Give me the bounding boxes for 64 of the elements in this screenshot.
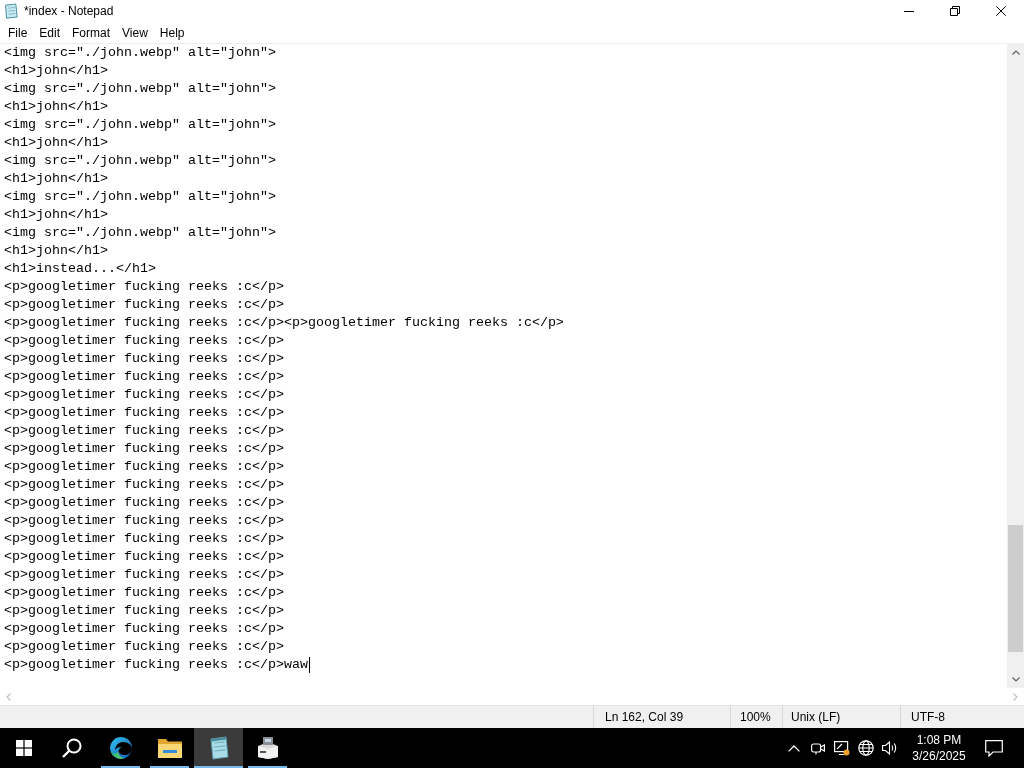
code-line: <p>googletimer fucking reeks :c</p> (4, 440, 284, 458)
menu-item[interactable]: Edit (33, 23, 67, 42)
video-camera-icon (811, 741, 825, 755)
code-line: <h1>john</h1> (4, 98, 108, 116)
code-line: <p>googletimer fucking reeks :c</p> (4, 530, 284, 548)
globe-icon (858, 740, 874, 756)
taskbar-app-button[interactable] (194, 728, 243, 768)
speaker-icon (882, 741, 898, 755)
vertical-scrollbar[interactable] (1007, 44, 1024, 688)
browser-icon (108, 736, 133, 760)
code-line: <p>googletimer fucking reeks :c</p> (4, 422, 284, 440)
notepad-icon (3, 3, 19, 19)
code-line: <h1>john</h1> (4, 62, 108, 80)
chevron-down-icon (1011, 677, 1020, 682)
code-line: <p>googletimer fucking reeks :c</p> (4, 350, 284, 368)
chevron-up-icon (788, 744, 800, 752)
code-line: <h1>john</h1> (4, 242, 108, 260)
code-line: <p>googletimer fucking reeks :c</p> (4, 494, 284, 512)
menu-item[interactable]: View (116, 23, 154, 42)
code-line: <h1>john</h1> (4, 206, 108, 224)
code-line: <p>googletimer fucking reeks :c</p>waw (4, 656, 308, 674)
code-line: <img src="./john.webp" alt="john"> (4, 152, 276, 170)
code-line: <p>googletimer fucking reeks :c</p> (4, 476, 284, 494)
folder-icon (157, 738, 182, 758)
monitor-badge-icon (834, 740, 850, 756)
code-line: <p>googletimer fucking reeks :c</p> (4, 620, 284, 638)
code-line: <p>googletimer fucking reeks :c</p> (4, 584, 284, 602)
code-line: <h1>john</h1> (4, 170, 108, 188)
code-line: <p>googletimer fucking reeks :c</p> (4, 404, 284, 422)
code-line: <img src="./john.webp" alt="john"> (4, 224, 276, 242)
window-title: *index - Notepad (24, 4, 115, 18)
code-line: <p>googletimer fucking reeks :c</p> (4, 332, 284, 350)
code-line: <p>googletimer fucking reeks :c</p> (4, 278, 284, 296)
start-icon (16, 740, 32, 756)
code-line: <img src="./john.webp" alt="john"> (4, 44, 276, 62)
code-line: <p>googletimer fucking reeks :c</p> (4, 602, 284, 620)
code-line: <p>googletimer fucking reeks :c</p> (4, 638, 284, 656)
code-line: <img src="./john.webp" alt="john"> (4, 188, 276, 206)
clock-button[interactable]: 1:08 PM 3/26/2025 (906, 728, 972, 768)
code-line: <img src="./john.webp" alt="john"> (4, 116, 276, 134)
chevron-left-icon (6, 692, 11, 701)
search-icon (62, 738, 82, 758)
code-line: <p>googletimer fucking reeks :c</p><p>googletimer fucking reeks :c</p> (4, 314, 564, 332)
code-line: <p>googletimer fucking reeks :c</p> (4, 368, 284, 386)
code-line: <p>googletimer fucking reeks :c</p> (4, 512, 284, 530)
code-line: <p>googletimer fucking reeks :c</p> (4, 548, 284, 566)
restore-icon (950, 6, 960, 16)
code-line: <img src="./john.webp" alt="john"> (4, 80, 276, 98)
code-line: <h1>john</h1> (4, 134, 108, 152)
code-line: <p>googletimer fucking reeks :c</p> (4, 386, 284, 404)
chevron-up-icon (1011, 50, 1020, 55)
menu-item[interactable]: Format (66, 23, 117, 42)
code-line: <p>googletimer fucking reeks :c</p> (4, 296, 284, 314)
scrollbar-thumb[interactable] (1008, 525, 1023, 652)
menu-item[interactable]: Help (153, 23, 191, 42)
minimize-icon (904, 10, 914, 12)
code-line: <p>googletimer fucking reeks :c</p> (4, 566, 284, 584)
code-line: <h1>instead...</h1> (4, 260, 156, 278)
chevron-right-icon (1013, 692, 1018, 701)
code-line: <p>googletimer fucking reeks :c</p> (4, 458, 284, 476)
menu-item[interactable]: File (2, 23, 34, 42)
printer-icon (255, 737, 280, 759)
close-icon (996, 6, 1006, 16)
speech-bubble-icon (985, 739, 1003, 757)
